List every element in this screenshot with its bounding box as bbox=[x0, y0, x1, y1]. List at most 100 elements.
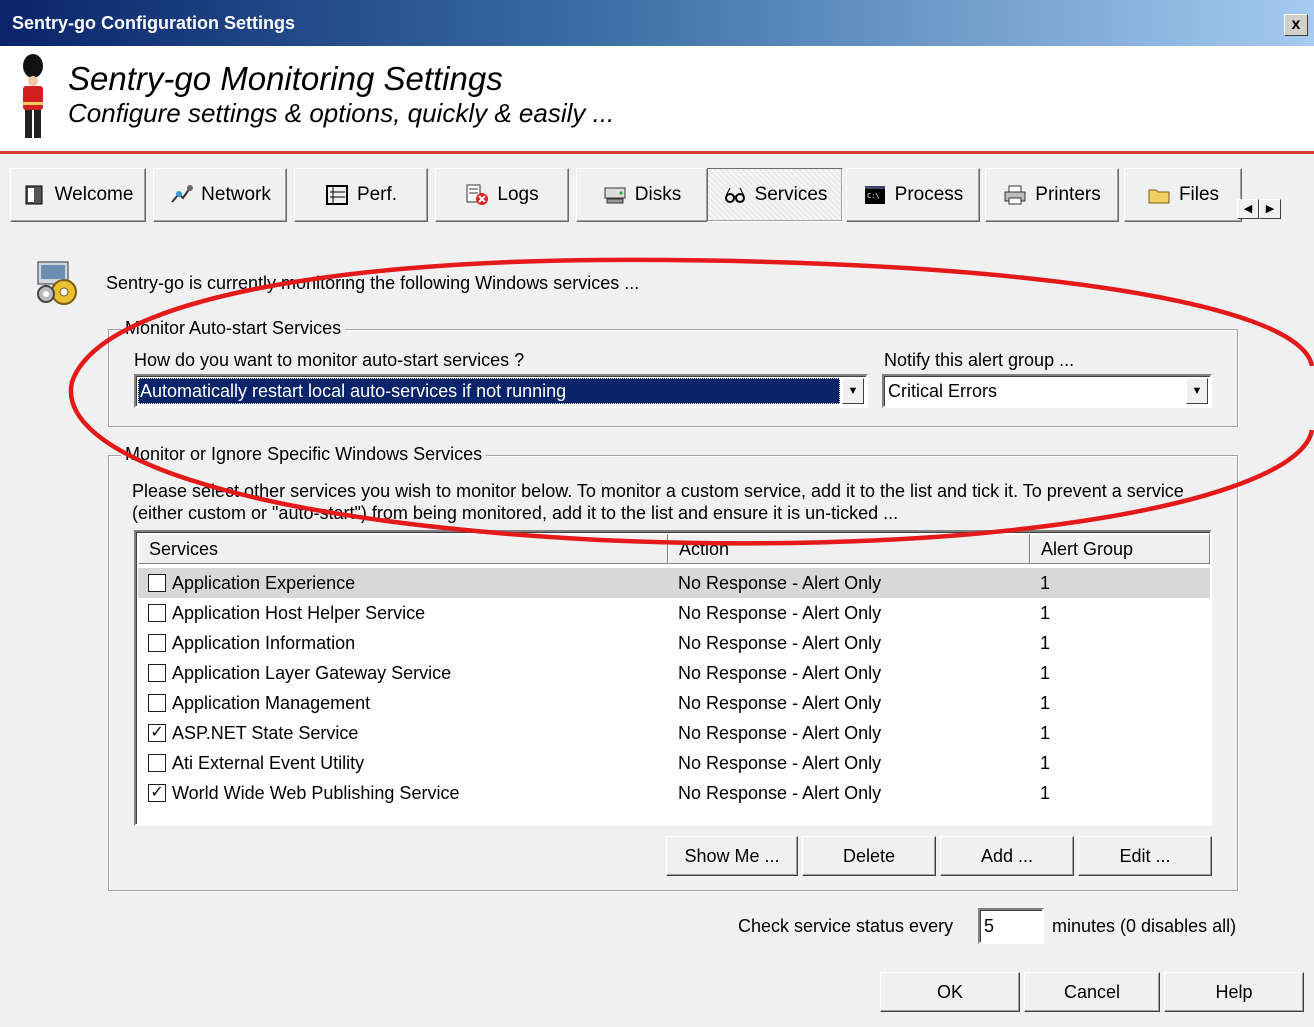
table-row[interactable]: Application Host Helper Service No Respon… bbox=[138, 598, 1210, 628]
row-checkbox[interactable] bbox=[148, 754, 166, 772]
service-alert-group: 1 bbox=[1040, 723, 1051, 743]
interval-label: Check service status every bbox=[738, 916, 954, 936]
tab-label: Services bbox=[754, 184, 828, 205]
network-icon bbox=[169, 184, 194, 206]
close-button[interactable]: x bbox=[1284, 14, 1308, 36]
tab-services[interactable]: Services bbox=[707, 168, 843, 222]
column-header-action[interactable]: Action bbox=[668, 534, 1030, 564]
tab-label: Network bbox=[201, 184, 271, 205]
service-name: Application Management bbox=[172, 693, 371, 713]
column-header-services[interactable]: Services bbox=[138, 534, 668, 564]
row-checkbox[interactable] bbox=[148, 574, 166, 592]
auto-start-mode-select[interactable]: Automatically restart local auto-service… bbox=[134, 374, 868, 408]
service-name: ASP.NET State Service bbox=[172, 723, 359, 743]
delete-button[interactable]: Delete bbox=[802, 836, 936, 876]
tab-welcome[interactable]: Welcome bbox=[10, 168, 146, 222]
console-icon: C:\ bbox=[863, 184, 887, 206]
intro-text: Sentry-go is currently monitoring the fo… bbox=[106, 273, 640, 293]
ok-button[interactable]: OK bbox=[880, 972, 1020, 1012]
table-row[interactable]: Application Information No Response - Ale… bbox=[138, 628, 1210, 658]
cancel-button[interactable]: Cancel bbox=[1024, 972, 1160, 1012]
tab-printers[interactable]: Printers bbox=[985, 168, 1119, 222]
disk-icon bbox=[603, 184, 627, 206]
alert-group-select[interactable]: Critical Errors ▼ bbox=[882, 374, 1212, 408]
header-subtitle: Configure settings & options, quickly & … bbox=[68, 98, 615, 128]
edit-button[interactable]: Edit ... bbox=[1078, 836, 1212, 876]
service-alert-group: 1 bbox=[1040, 603, 1051, 623]
row-checkbox[interactable] bbox=[148, 604, 166, 622]
service-action: No Response - Alert Only bbox=[678, 723, 882, 743]
service-alert-group: 1 bbox=[1040, 693, 1051, 713]
book-icon bbox=[23, 184, 47, 206]
service-action: No Response - Alert Only bbox=[678, 603, 882, 623]
service-name: Application Host Helper Service bbox=[172, 603, 426, 623]
table-row[interactable]: ✓ World Wide Web Publishing Service No Res… bbox=[138, 778, 1210, 808]
header-banner: Sentry-go Monitoring Settings Configure … bbox=[0, 46, 1314, 154]
service-action: No Response - Alert Only bbox=[678, 663, 882, 683]
table-row[interactable]: Application Management No Response - Aler… bbox=[138, 688, 1210, 718]
service-alert-group: 1 bbox=[1040, 633, 1051, 653]
show-me-button[interactable]: Show Me ... bbox=[666, 836, 798, 876]
tab-label: Perf. bbox=[356, 184, 398, 205]
tab-scroll-right-button[interactable]: ▶ bbox=[1259, 199, 1281, 219]
table-row[interactable]: Ati External Event Utility No Response - … bbox=[138, 748, 1210, 778]
tab-label: Files bbox=[1178, 184, 1220, 205]
printer-icon bbox=[1003, 184, 1027, 206]
auto-start-mode-value: Automatically restart local auto-service… bbox=[138, 378, 840, 404]
auto-start-question: How do you want to monitor auto-start se… bbox=[134, 350, 525, 370]
chevron-down-icon[interactable]: ▼ bbox=[1186, 378, 1208, 404]
service-alert-group: 1 bbox=[1040, 783, 1051, 803]
row-checkbox[interactable]: ✓ bbox=[148, 784, 166, 802]
service-alert-group: 1 bbox=[1040, 753, 1051, 773]
service-name: Application Experience bbox=[172, 573, 356, 593]
performance-icon bbox=[325, 184, 349, 206]
tab-process[interactable]: C:\ Process bbox=[846, 168, 980, 222]
tab-label: Welcome bbox=[54, 184, 134, 205]
service-action: No Response - Alert Only bbox=[678, 753, 882, 773]
folder-icon bbox=[1147, 184, 1171, 206]
service-alert-group: 1 bbox=[1040, 573, 1051, 593]
service-action: No Response - Alert Only bbox=[678, 573, 882, 593]
window-title: Sentry-go Configuration Settings bbox=[12, 12, 295, 33]
row-checkbox[interactable] bbox=[148, 694, 166, 712]
tab-perf[interactable]: Perf. bbox=[294, 168, 428, 222]
window-titlebar: Sentry-go Configuration Settings x bbox=[0, 0, 1314, 46]
tab-label: Disks bbox=[634, 184, 682, 205]
services-gear-icon bbox=[37, 261, 77, 305]
tab-scroll-left-button[interactable]: ◀ bbox=[1237, 199, 1259, 219]
service-action: No Response - Alert Only bbox=[678, 633, 882, 653]
row-checkbox[interactable]: ✓ bbox=[148, 724, 166, 742]
service-alert-group: 1 bbox=[1040, 663, 1051, 683]
column-header-alert-group[interactable]: Alert Group bbox=[1030, 534, 1210, 564]
interval-units-label: minutes (0 disables all) bbox=[1052, 916, 1237, 936]
interval-input[interactable] bbox=[978, 908, 1044, 944]
tab-bar: Welcome Network Perf. Logs Disks Service… bbox=[10, 168, 1260, 222]
service-action: No Response - Alert Only bbox=[678, 783, 882, 803]
tab-label: Printers bbox=[1035, 184, 1101, 205]
tab-disks[interactable]: Disks bbox=[576, 168, 708, 222]
service-name: Application Information bbox=[172, 633, 356, 653]
tab-files[interactable]: Files bbox=[1124, 168, 1242, 222]
tab-scroll-arrows: ◀ ▶ bbox=[1237, 199, 1281, 219]
auto-start-legend: Monitor Auto-start Services bbox=[121, 318, 346, 339]
add-button[interactable]: Add ... bbox=[940, 836, 1074, 876]
row-checkbox[interactable] bbox=[148, 634, 166, 652]
help-button[interactable]: Help bbox=[1164, 972, 1304, 1012]
service-name: Ati External Event Utility bbox=[172, 753, 365, 773]
notify-label: Notify this alert group ... bbox=[884, 350, 1075, 370]
tab-logs[interactable]: Logs bbox=[435, 168, 569, 222]
table-row[interactable]: Application Experience No Response - Aler… bbox=[138, 568, 1210, 598]
svg-text:C:\: C:\ bbox=[867, 192, 880, 200]
services-list[interactable]: Services Action Alert Group Application … bbox=[134, 530, 1212, 826]
header-title: Sentry-go Monitoring Settings bbox=[68, 60, 503, 97]
row-checkbox[interactable] bbox=[148, 664, 166, 682]
service-action: No Response - Alert Only bbox=[678, 693, 882, 713]
table-row[interactable]: ✓ ASP.NET State Service No Response - Aler… bbox=[138, 718, 1210, 748]
chevron-down-icon[interactable]: ▼ bbox=[842, 378, 864, 404]
logs-icon bbox=[465, 184, 489, 206]
tab-network[interactable]: Network bbox=[153, 168, 287, 222]
tab-label: Logs bbox=[497, 184, 539, 205]
table-row[interactable]: Application Layer Gateway Service No Resp… bbox=[138, 658, 1210, 688]
services-list-header: Services Action Alert Group bbox=[138, 534, 1210, 564]
tab-label: Process bbox=[894, 184, 964, 205]
